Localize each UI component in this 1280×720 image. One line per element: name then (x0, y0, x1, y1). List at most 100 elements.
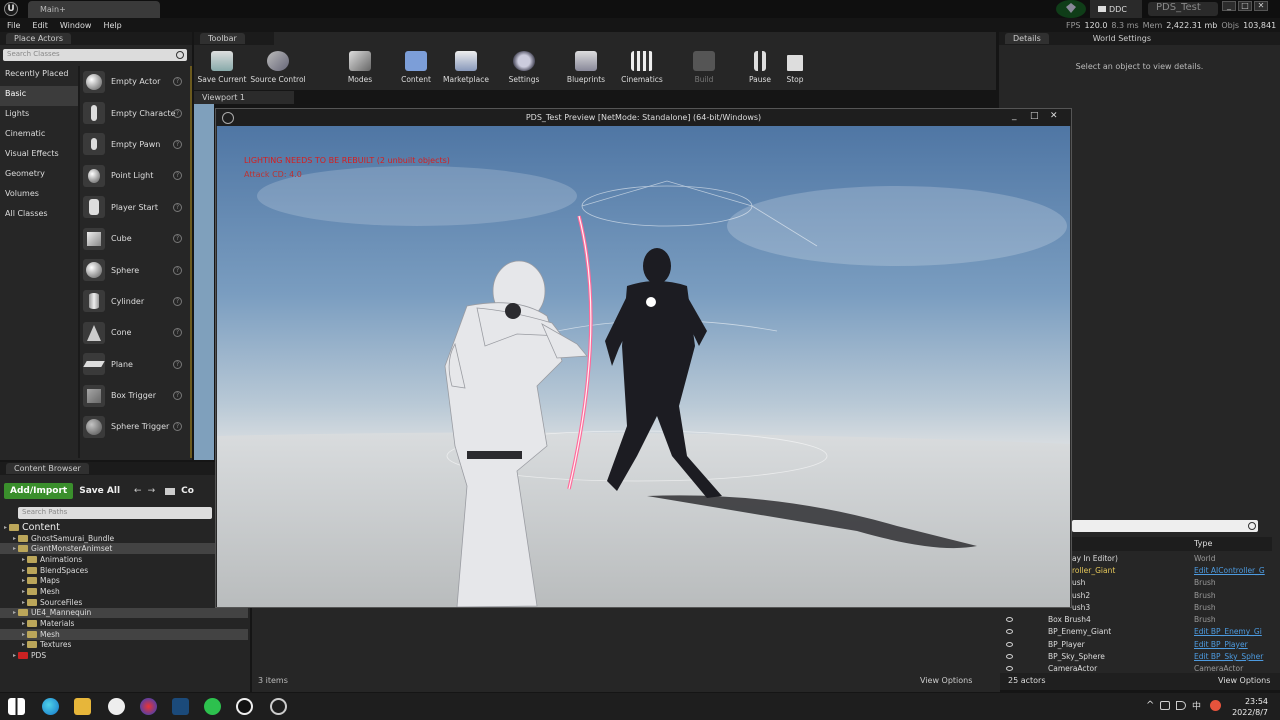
actor-item[interactable]: Cylinder? (80, 286, 188, 317)
actor-item[interactable]: Point Light? (80, 160, 188, 191)
actor-item[interactable]: Empty Pawn? (80, 129, 188, 160)
unreal-icon[interactable] (236, 698, 253, 715)
help-icon[interactable]: ? (173, 359, 182, 369)
visibility-eye-icon[interactable] (1006, 666, 1013, 672)
stop-button[interactable]: Stop (780, 46, 810, 88)
maximize-icon[interactable]: □ (1238, 1, 1252, 11)
visibility-eye-icon[interactable] (1006, 617, 1013, 623)
edge-icon[interactable] (42, 698, 59, 715)
search-icon[interactable] (176, 51, 184, 59)
menu-edit[interactable]: Edit (32, 21, 48, 30)
type-column-header[interactable]: Type (1194, 539, 1212, 548)
actor-item[interactable]: Cube? (80, 223, 188, 254)
world-settings-tab[interactable]: World Settings (1093, 34, 1151, 43)
help-icon[interactable]: ? (173, 265, 182, 275)
category-volumes[interactable]: Volumes (0, 186, 78, 206)
forward-arrow-icon[interactable]: → (148, 486, 156, 496)
folder-tree-node[interactable]: ▸ Maps (0, 575, 248, 586)
edit-blueprint-link[interactable]: Edit BP_Enemy_Gi (1194, 627, 1262, 636)
outliner-row[interactable]: BP_Sky_Sphere Edit BP_Sky_Spher (1000, 650, 1280, 662)
steam-icon[interactable] (172, 698, 189, 715)
blueprints-button[interactable]: Blueprints (558, 46, 614, 88)
save-current-button[interactable]: Save Current (194, 46, 250, 88)
expand-arrow-icon[interactable]: ▸ (22, 567, 25, 574)
pause-button[interactable]: Pause (740, 46, 780, 88)
expand-arrow-icon[interactable]: ▸ (13, 652, 16, 659)
volume-icon[interactable] (1176, 701, 1186, 710)
main-level-tab[interactable]: Main+ (28, 1, 160, 18)
actor-item[interactable]: Empty Characte? (80, 97, 188, 128)
app-icon[interactable] (140, 698, 157, 715)
category-cinematic[interactable]: Cinematic (0, 126, 78, 146)
back-arrow-icon[interactable]: ← (134, 486, 142, 496)
actor-item[interactable]: Player Start? (80, 192, 188, 223)
help-icon[interactable]: ? (173, 139, 182, 149)
expand-arrow-icon[interactable]: ▸ (22, 631, 25, 638)
folder-tree-node[interactable]: ▸ SourceFiles (0, 597, 248, 608)
expand-arrow-icon[interactable]: ▸ (22, 599, 25, 606)
ime-indicator[interactable]: 中 (1192, 699, 1201, 712)
build-button[interactable]: Build (676, 46, 732, 88)
path-breadcrumb[interactable]: Co (181, 486, 194, 496)
start-icon[interactable] (8, 698, 25, 715)
category-visual-effects[interactable]: Visual Effects (0, 146, 78, 166)
expand-arrow-icon[interactable]: ▸ (4, 524, 7, 531)
save-all-button[interactable]: Save All (79, 486, 120, 496)
marketplace-button[interactable]: Marketplace (438, 46, 494, 88)
outliner-row[interactable]: BP_Player Edit BP_Player (1000, 638, 1280, 650)
expand-arrow-icon[interactable]: ▸ (22, 620, 25, 627)
expand-arrow-icon[interactable]: ▸ (13, 609, 16, 616)
help-icon[interactable]: ? (173, 328, 182, 338)
help-icon[interactable]: ? (173, 171, 182, 181)
minimize-icon[interactable]: _ (1012, 111, 1017, 121)
category-geometry[interactable]: Geometry (0, 166, 78, 186)
help-icon[interactable]: ? (173, 422, 182, 432)
cinematics-button[interactable]: Cinematics (614, 46, 670, 88)
content-view-options[interactable]: View Options (920, 676, 972, 685)
category-recently-placed[interactable]: Recently Placed (0, 66, 78, 86)
ddc-indicator[interactable]: DDC (1090, 0, 1142, 18)
search-icon[interactable] (1248, 522, 1256, 530)
maximize-icon[interactable]: □ (1030, 111, 1039, 121)
close-icon[interactable]: ✕ (1050, 111, 1058, 121)
actor-item[interactable]: Cone? (80, 317, 188, 348)
folder-tree-node[interactable]: ▸ Mesh (0, 586, 248, 597)
place-actors-tab[interactable]: Place Actors (6, 33, 72, 44)
source-control-button[interactable]: Source Control (250, 46, 306, 88)
help-icon[interactable]: ? (173, 77, 182, 87)
actor-item[interactable]: Plane? (80, 349, 188, 380)
network-icon[interactable] (1160, 701, 1170, 710)
scroll-track[interactable] (190, 66, 192, 458)
visibility-eye-icon[interactable] (1006, 629, 1013, 635)
visibility-eye-icon[interactable] (1006, 641, 1013, 647)
folder-tree-node[interactable]: ▸ BlendSpaces (0, 565, 248, 576)
close-icon[interactable]: ✕ (1254, 1, 1268, 11)
help-icon[interactable]: ? (173, 202, 182, 212)
visibility-eye-icon[interactable] (1006, 654, 1013, 660)
folder-tree-node[interactable]: ▸ PDS (0, 650, 248, 661)
category-all-classes[interactable]: All Classes (0, 206, 78, 226)
content-browser-tab[interactable]: Content Browser (6, 463, 89, 474)
outliner-view-options[interactable]: View Options (1218, 676, 1270, 685)
settings-button[interactable]: Settings (496, 46, 552, 88)
folder-tree-node[interactable]: ▸ Animations (0, 554, 248, 565)
search-classes-input[interactable]: Search Classes (3, 49, 187, 61)
file-explorer-icon[interactable] (74, 698, 91, 715)
outliner-row[interactable]: BP_Enemy_Giant Edit BP_Enemy_Gi (1000, 626, 1280, 638)
menu-window[interactable]: Window (60, 21, 92, 30)
help-icon[interactable]: ? (173, 234, 182, 244)
app-tray-icon[interactable] (1210, 700, 1221, 711)
actor-item[interactable]: Box Trigger? (80, 380, 188, 411)
outliner-row[interactable]: Box Brush4 Brush (1000, 613, 1280, 625)
expand-arrow-icon[interactable]: ▸ (22, 588, 25, 595)
menu-file[interactable]: File (7, 21, 20, 30)
game-viewport[interactable]: LIGHTING NEEDS TO BE REBUILT (2 unbuilt … (217, 126, 1070, 607)
folder-tree-node[interactable]: ▸ Materials (0, 618, 248, 629)
help-icon[interactable]: ? (173, 296, 182, 306)
help-icon[interactable]: ? (173, 108, 182, 118)
edit-blueprint-link[interactable]: Edit BP_Player (1194, 640, 1248, 649)
expand-arrow-icon[interactable]: ▸ (22, 556, 25, 563)
folder-tree-node[interactable]: ▸ GhostSamurai_Bundle (0, 533, 248, 544)
help-icon[interactable]: ? (173, 391, 182, 401)
folder-tree-node[interactable]: ▸ Content (0, 522, 248, 533)
